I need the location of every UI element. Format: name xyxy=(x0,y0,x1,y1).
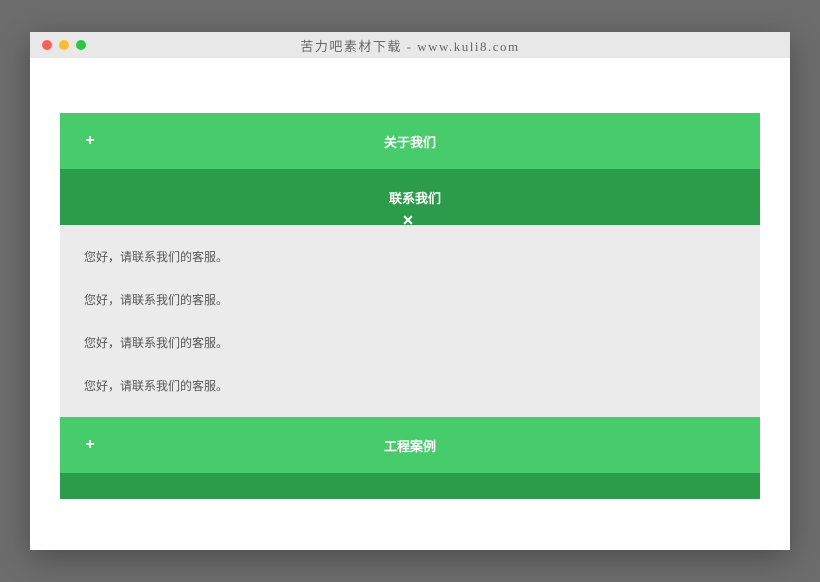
list-item: 您好，请联系我们的客服。 xyxy=(60,235,760,278)
window-title: 苦力吧素材下载 - www.kuli8.com xyxy=(30,36,790,55)
bottom-bar xyxy=(60,473,760,499)
list-item: 您好，请联系我们的客服。 xyxy=(60,278,760,321)
list-item: 您好，请联系我们的客服。 xyxy=(60,364,760,407)
accordion-label: 工程案例 xyxy=(384,436,436,455)
accordion-item-cases: 工程案例 xyxy=(60,417,760,499)
maximize-window-button[interactable] xyxy=(76,40,86,50)
close-window-button[interactable] xyxy=(42,40,52,50)
titlebar: 苦力吧素材下载 - www.kuli8.com xyxy=(30,32,790,58)
accordion-label: 关于我们 xyxy=(384,132,436,151)
accordion-item-contact: 联系我们 您好，请联系我们的客服。 您好，请联系我们的客服。 您好，请联系我们的… xyxy=(60,169,760,417)
accordion-header-cases[interactable]: 工程案例 xyxy=(60,417,760,473)
plus-icon xyxy=(84,135,96,147)
traffic-lights xyxy=(42,40,86,50)
page-content: 关于我们 联系我们 您好，请联系我们的客服。 您好，请联系我们的客服。 您好，请… xyxy=(30,58,790,499)
accordion-header-contact[interactable]: 联系我们 xyxy=(60,169,760,225)
accordion-body-contact: 您好，请联系我们的客服。 您好，请联系我们的客服。 您好，请联系我们的客服。 您… xyxy=(60,225,760,417)
accordion-item-about: 关于我们 xyxy=(60,113,760,169)
accordion-header-about[interactable]: 关于我们 xyxy=(60,113,760,169)
list-item: 您好，请联系我们的客服。 xyxy=(60,321,760,364)
accordion: 关于我们 联系我们 您好，请联系我们的客服。 您好，请联系我们的客服。 您好，请… xyxy=(60,113,760,499)
close-icon xyxy=(403,215,413,225)
plus-icon xyxy=(84,439,96,451)
minimize-window-button[interactable] xyxy=(59,40,69,50)
accordion-label: 联系我们 xyxy=(389,188,441,207)
browser-window: 苦力吧素材下载 - www.kuli8.com 关于我们 联系我们 您好，请联系… xyxy=(30,32,790,550)
